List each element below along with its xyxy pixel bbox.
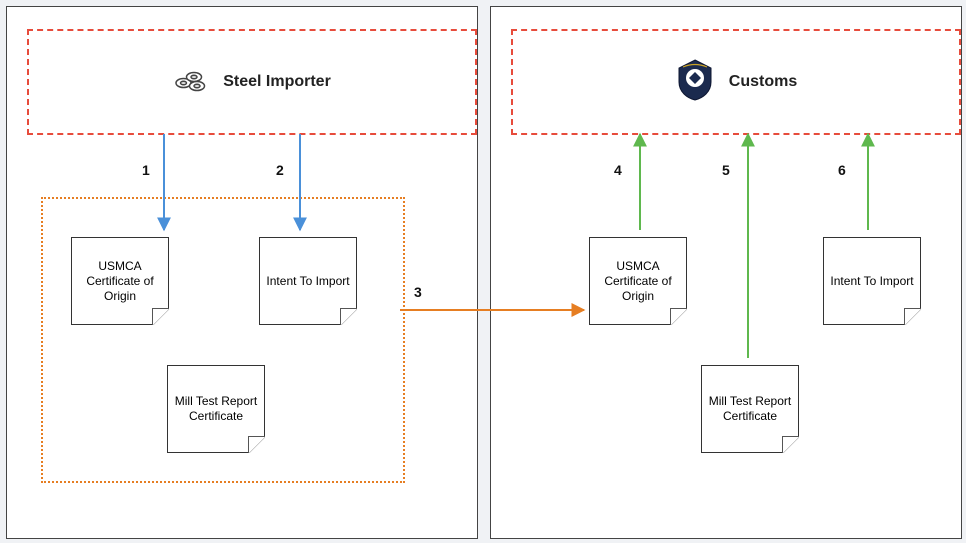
doc-label: USMCA Certificate of Origin bbox=[594, 259, 682, 304]
right-panel: Customs USMCA Certificate of Origin Inte… bbox=[490, 6, 962, 539]
steel-importer-box: Steel Importer bbox=[27, 29, 477, 135]
doc-usmca-left: USMCA Certificate of Origin bbox=[71, 237, 169, 325]
doc-intent-right: Intent To Import bbox=[823, 237, 921, 325]
doc-usmca-right: USMCA Certificate of Origin bbox=[589, 237, 687, 325]
diagram-canvas: Steel Importer USMCA Certificate of Orig… bbox=[0, 0, 966, 543]
doc-label: Intent To Import bbox=[266, 274, 349, 289]
step-6: 6 bbox=[838, 162, 846, 178]
step-3: 3 bbox=[414, 284, 422, 300]
doc-label: Intent To Import bbox=[830, 274, 913, 289]
doc-label: Mill Test Report Certificate bbox=[172, 394, 260, 424]
step-4: 4 bbox=[614, 162, 622, 178]
doc-mtr-left: Mill Test Report Certificate bbox=[167, 365, 265, 453]
customs-title: Customs bbox=[729, 73, 797, 91]
step-5: 5 bbox=[722, 162, 730, 178]
doc-label: USMCA Certificate of Origin bbox=[76, 259, 164, 304]
doc-label: Mill Test Report Certificate bbox=[706, 394, 794, 424]
steel-pipes-icon bbox=[173, 66, 209, 99]
step-1: 1 bbox=[142, 162, 150, 178]
steel-importer-title: Steel Importer bbox=[223, 73, 331, 91]
left-panel: Steel Importer USMCA Certificate of Orig… bbox=[6, 6, 478, 539]
step-2: 2 bbox=[276, 162, 284, 178]
cbp-badge-icon bbox=[675, 58, 715, 107]
customs-box: Customs bbox=[511, 29, 961, 135]
doc-mtr-right: Mill Test Report Certificate bbox=[701, 365, 799, 453]
doc-intent-left: Intent To Import bbox=[259, 237, 357, 325]
